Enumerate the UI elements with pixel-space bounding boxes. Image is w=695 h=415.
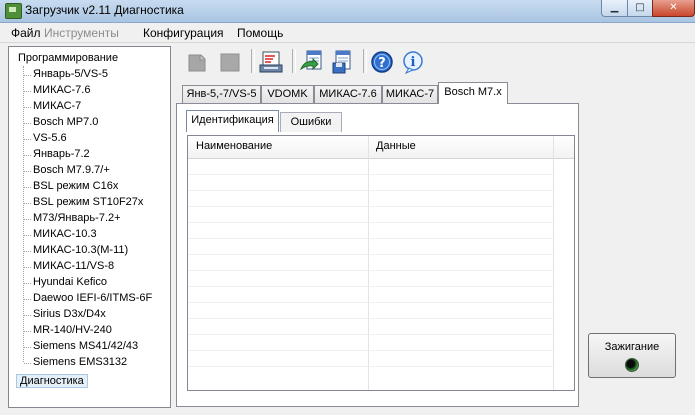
- menu-bar: Файл Инструменты Конфигурация Помощь: [0, 23, 695, 43]
- title-bar[interactable]: Загрузчик v2.11 Диагностика ▁ □ ✕: [0, 0, 695, 23]
- toolbar-separator: [363, 49, 367, 73]
- menu-file[interactable]: Файл: [11, 26, 41, 40]
- client-area: Программирование Январь-5/VS-5 МИКАС-7.6…: [0, 43, 695, 415]
- ignition-label: Зажигание: [604, 341, 660, 353]
- tab-content: Идентификация Ошибки Наименование Данные: [176, 103, 579, 407]
- table-header: Наименование Данные: [188, 136, 574, 159]
- column-header-name[interactable]: Наименование: [196, 140, 272, 152]
- tree-item[interactable]: Январь-7.2: [24, 148, 90, 160]
- tab-mikas-7-6[interactable]: МИКАС-7.6: [314, 85, 382, 103]
- info-icon[interactable]: i: [401, 49, 427, 75]
- tree-guide-line: [23, 66, 24, 362]
- column-header-data[interactable]: Данные: [376, 140, 416, 152]
- tree-item[interactable]: BSL режим ST10F27x: [23, 196, 143, 208]
- tab-mikas-7[interactable]: МИКАС-7: [382, 85, 438, 103]
- save-data-icon[interactable]: [330, 49, 356, 75]
- table-row: [188, 222, 554, 223]
- tab-jan5-jan7-vs5[interactable]: Янв-5,-7/VS-5: [182, 85, 261, 103]
- print-report-icon[interactable]: [258, 49, 284, 75]
- menu-help[interactable]: Помощь: [237, 26, 283, 40]
- table-row: [188, 206, 554, 207]
- tree-item[interactable]: Bosch M7.9.7/+: [24, 164, 110, 176]
- minimize-button[interactable]: ▁: [601, 0, 628, 17]
- tree-item-diagnostics[interactable]: Диагностика: [16, 374, 88, 388]
- table-row: [188, 254, 554, 255]
- menu-configuration[interactable]: Конфигурация: [143, 26, 224, 40]
- tab-bosch-m7x[interactable]: Bosch M7.x: [438, 82, 508, 104]
- table-row: [188, 270, 554, 271]
- toolbar-separator: [251, 49, 255, 73]
- svg-text:?: ?: [378, 56, 386, 71]
- tree-item[interactable]: МИКАС-10.3(M-11): [23, 244, 128, 256]
- table-row: [188, 174, 554, 175]
- tree-item[interactable]: МИКАС-10.3: [24, 228, 97, 240]
- tree-item[interactable]: МИКАС-11/VS-8: [23, 260, 114, 272]
- toolbar-separator: [292, 49, 296, 73]
- menu-tools[interactable]: Инструменты: [44, 26, 119, 40]
- table-row: [188, 190, 554, 191]
- subtab-identification[interactable]: Идентификация: [186, 110, 279, 132]
- table-row: [188, 238, 554, 239]
- read-icon[interactable]: [185, 49, 211, 75]
- toolbar: ? i: [174, 45, 693, 79]
- table-row: [188, 318, 554, 319]
- tree-item[interactable]: Sirius D3x/D4x: [24, 308, 106, 320]
- tab-vdomk[interactable]: VDOMK: [261, 85, 314, 103]
- tree-item[interactable]: Hyundai Kefico: [24, 276, 107, 288]
- svg-text:i: i: [411, 55, 416, 70]
- stop-icon[interactable]: [217, 49, 243, 75]
- app-icon: [5, 3, 22, 19]
- table-row: [188, 302, 554, 303]
- table-row: [188, 366, 554, 367]
- tree-item[interactable]: Siemens MS41/42/43: [23, 340, 138, 352]
- tree-item[interactable]: VS-5.6: [24, 132, 67, 144]
- export-icon[interactable]: [298, 49, 324, 75]
- tree-item[interactable]: МИКАС-7.6: [23, 84, 90, 96]
- close-button[interactable]: ✕: [652, 0, 695, 17]
- window-title: Загрузчик v2.11 Диагностика: [25, 3, 184, 17]
- subtab-errors[interactable]: Ошибки: [280, 112, 342, 132]
- help-icon[interactable]: ?: [369, 49, 395, 75]
- tree-item[interactable]: BSL режим C16x: [23, 180, 118, 192]
- tree-item[interactable]: Bosch MP7.0: [23, 116, 98, 128]
- maximize-button[interactable]: □: [627, 0, 653, 17]
- tree-item[interactable]: MR-140/HV-240: [24, 324, 112, 336]
- tree-item[interactable]: M73/Январь-7.2+: [24, 212, 121, 224]
- table-row: [188, 350, 554, 351]
- tree-item[interactable]: Siemens EMS3132: [23, 356, 127, 368]
- tree-item[interactable]: МИКАС-7: [23, 100, 81, 112]
- ignition-indicator-icon: [625, 358, 639, 372]
- tree-item[interactable]: Январь-5/VS-5: [24, 68, 108, 80]
- tree-item[interactable]: Daewoo IEFI-6/ITMS-6F: [23, 292, 152, 304]
- ecu-tree[interactable]: Программирование Январь-5/VS-5 МИКАС-7.6…: [8, 46, 171, 408]
- ecu-tabs-panel: Янв-5,-7/VS-5 VDOMK МИКАС-7.6 МИКАС-7 Bo…: [171, 77, 582, 409]
- identification-table[interactable]: Наименование Данные: [187, 135, 575, 391]
- tree-root-programming[interactable]: Программирование: [18, 52, 118, 64]
- table-row: [188, 286, 554, 287]
- ignition-button[interactable]: Зажигание: [588, 333, 676, 378]
- table-row: [188, 334, 554, 335]
